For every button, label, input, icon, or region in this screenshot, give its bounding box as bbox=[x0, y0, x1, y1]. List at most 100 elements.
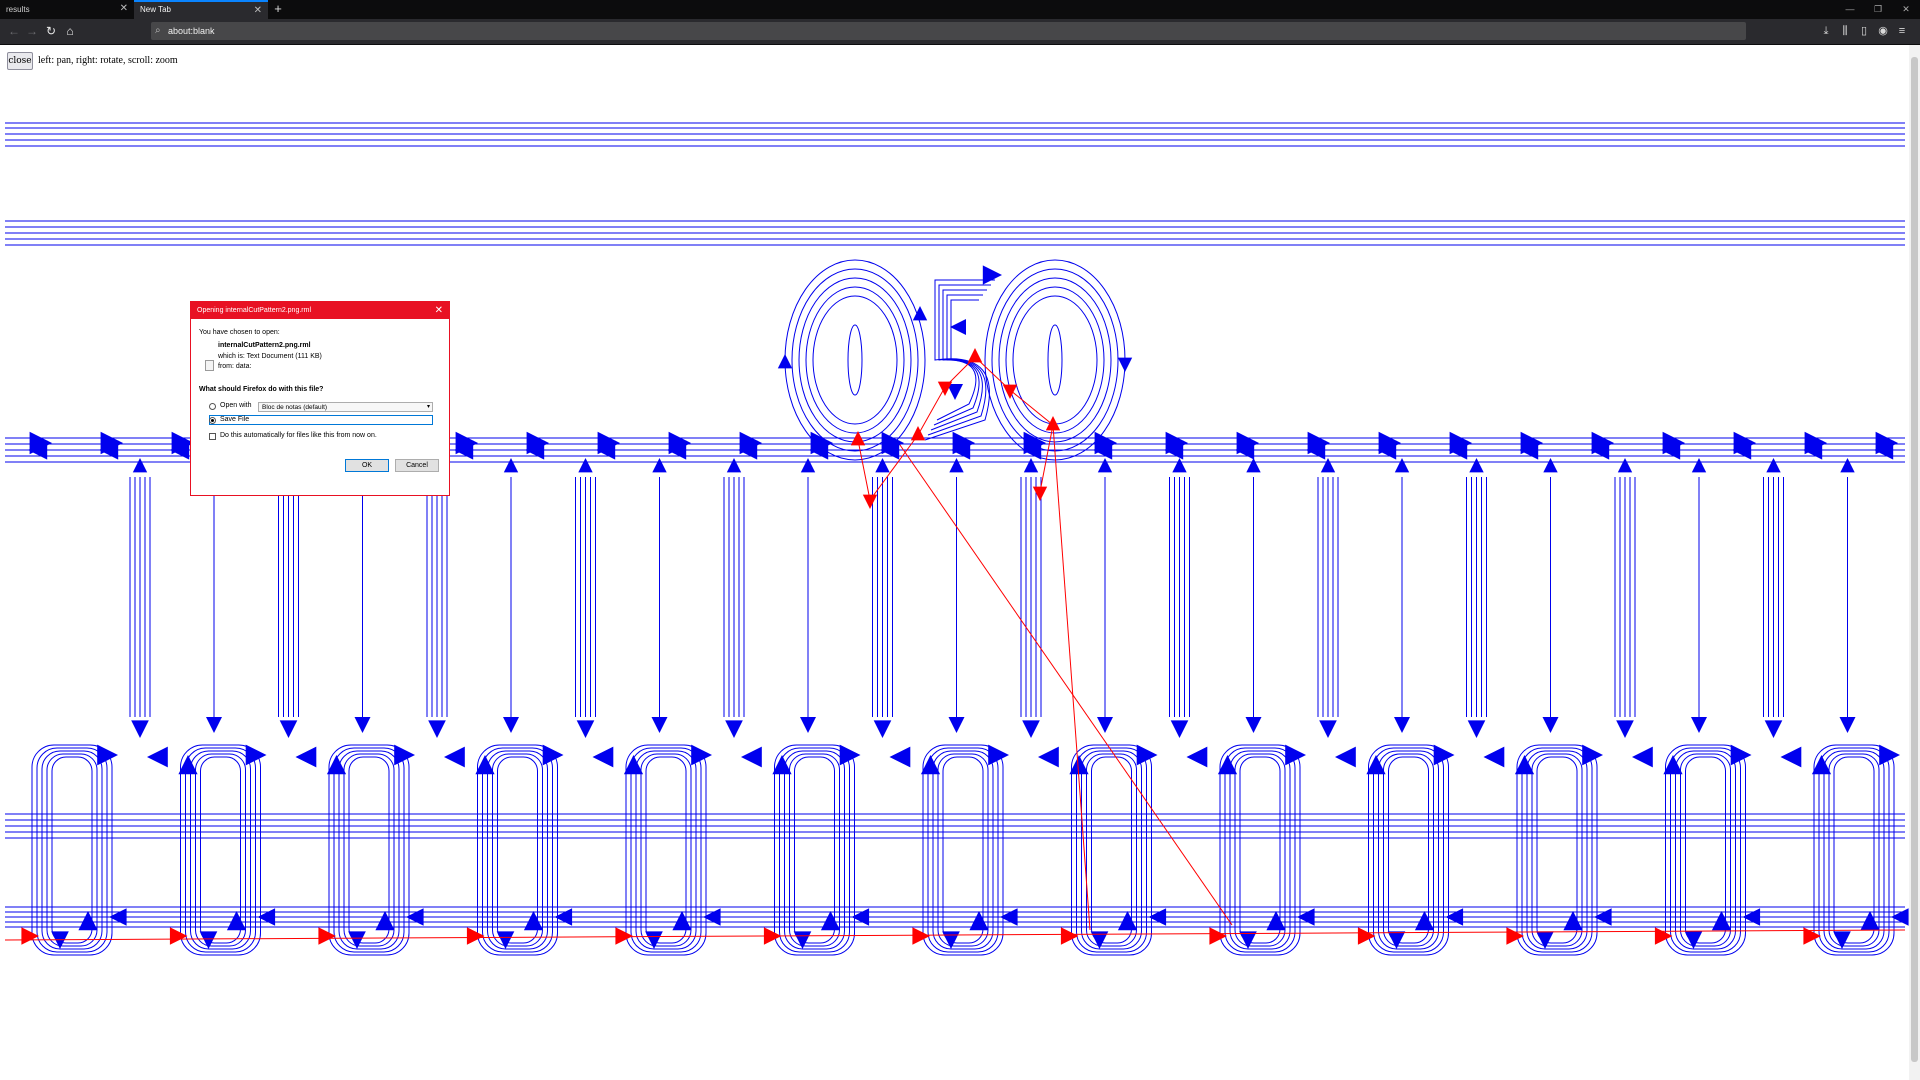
u-loop-3-0 bbox=[477, 744, 558, 956]
open-with-radio[interactable] bbox=[209, 403, 216, 410]
ok-button[interactable]: OK bbox=[345, 459, 389, 472]
download-icon[interactable]: ⤓ bbox=[1819, 24, 1833, 38]
down-arrow-b-9 bbox=[1542, 717, 1559, 733]
zero-left-ring-2 bbox=[798, 277, 912, 443]
controls-hint: left: pan, right: rotate, scroll: zoom bbox=[38, 55, 178, 66]
dialog-titlebar: Opening internalCutPattern2.png.rml ✕ bbox=[191, 302, 449, 319]
document-icon bbox=[205, 360, 214, 371]
dialog-title: Opening internalCutPattern2.png.rml bbox=[197, 307, 312, 314]
bottom-arrow-6 bbox=[969, 911, 989, 931]
down-arrow-2 bbox=[428, 720, 446, 738]
bottom-arrow-10 bbox=[1563, 911, 1583, 931]
window-controls: — ❐ ✕ bbox=[1836, 0, 1920, 19]
down-arrow-b-3 bbox=[651, 717, 668, 733]
cut-marker-6 bbox=[912, 927, 930, 945]
emblem-cut-arrow-7 bbox=[1032, 486, 1048, 501]
cut-marker-11 bbox=[1654, 927, 1673, 945]
home-icon[interactable]: ⌂ bbox=[62, 23, 78, 39]
file-type: which is: Text Document (111 KB) bbox=[218, 353, 322, 360]
close-icon[interactable]: ✕ bbox=[254, 5, 262, 16]
open-with-app: Bloc de notas (default) bbox=[262, 404, 328, 411]
down-arrow-0 bbox=[131, 720, 149, 738]
down-arrow-8 bbox=[1319, 720, 1337, 738]
up-arrow-11 bbox=[1766, 458, 1781, 473]
up-arrow-9 bbox=[1469, 458, 1484, 473]
open-file-dialog: Opening internalCutPattern2.png.rml ✕ Yo… bbox=[190, 301, 450, 496]
maximize-button[interactable]: ❐ bbox=[1864, 0, 1892, 19]
down-arrow-11 bbox=[1764, 720, 1783, 738]
library-icon[interactable]: ⫼ bbox=[1838, 24, 1852, 38]
cut-marker-4 bbox=[615, 927, 633, 945]
save-file-radio[interactable] bbox=[209, 417, 216, 424]
close-button[interactable]: close bbox=[7, 52, 33, 70]
zero-right-ring-3 bbox=[1005, 286, 1105, 434]
u-loop-5-0 bbox=[774, 744, 855, 956]
up-arrow-b-4 bbox=[800, 458, 816, 473]
up-arrow-b-7 bbox=[1246, 458, 1261, 473]
emblem-cut-arrow-2 bbox=[910, 426, 926, 441]
cluster-10-b bbox=[1632, 746, 1653, 768]
emblem-arrow-r bbox=[1117, 357, 1133, 372]
sidebar-icon[interactable]: ▯ bbox=[1857, 24, 1871, 38]
cluster-3-b bbox=[592, 746, 614, 768]
bottom-arrow-5 bbox=[820, 911, 841, 931]
emblem-cut-arrow-4 bbox=[967, 348, 983, 363]
up-arrow-7 bbox=[1172, 458, 1187, 473]
reload-icon[interactable]: ↻ bbox=[43, 23, 59, 39]
zero-left-ring-4 bbox=[812, 295, 898, 425]
cluster-7-b bbox=[1186, 746, 1208, 768]
u-loop-10-2 bbox=[1526, 750, 1588, 950]
u-loop-7-0 bbox=[1071, 744, 1152, 956]
account-icon[interactable]: ◉ bbox=[1876, 24, 1890, 38]
up-arrow-b-2 bbox=[503, 458, 519, 473]
down-arrow-b-8 bbox=[1394, 717, 1410, 733]
chosen-text: You have chosen to open: bbox=[199, 329, 280, 336]
back-icon[interactable]: ← bbox=[6, 23, 22, 39]
url-bar[interactable]: ⌕ about:blank bbox=[151, 22, 1746, 40]
toolpath-canvas[interactable] bbox=[0, 45, 1909, 1080]
up-arrow-6 bbox=[1023, 458, 1039, 473]
u-loop-12-0 bbox=[1813, 744, 1895, 956]
bottom-arrow-11 bbox=[1711, 911, 1732, 931]
u-loop-2-0 bbox=[328, 744, 410, 956]
u-loop-5-2 bbox=[784, 750, 845, 950]
u-loop-8-2 bbox=[1229, 750, 1291, 950]
cancel-button[interactable]: Cancel bbox=[395, 459, 439, 472]
up-arrow-b-9 bbox=[1543, 458, 1558, 473]
cut-marker-3 bbox=[466, 927, 485, 945]
down-arrow-b-1 bbox=[354, 717, 371, 733]
vertical-scrollbar[interactable] bbox=[1909, 45, 1920, 1080]
u-loop-6-0 bbox=[922, 744, 1004, 956]
down-arrow-9 bbox=[1467, 720, 1486, 738]
close-icon[interactable]: ✕ bbox=[435, 302, 443, 319]
bottom-arrow-12 bbox=[1860, 911, 1880, 931]
forward-icon[interactable]: → bbox=[24, 23, 40, 39]
new-tab-button[interactable]: + bbox=[268, 0, 288, 19]
u-loop-4-2 bbox=[635, 750, 697, 950]
up-arrow-b-5 bbox=[949, 458, 964, 473]
cluster-2-b bbox=[444, 746, 465, 768]
scroll-thumb[interactable] bbox=[1911, 57, 1918, 1062]
minimize-button[interactable]: — bbox=[1836, 0, 1864, 19]
window-close-button[interactable]: ✕ bbox=[1892, 0, 1920, 19]
tab-new-tab[interactable]: New Tab ✕ bbox=[134, 0, 268, 19]
cluster-5-b bbox=[889, 746, 911, 768]
tab-label: results bbox=[6, 5, 30, 14]
cluster-0-b bbox=[147, 746, 168, 768]
u-loop-8-0 bbox=[1219, 744, 1301, 956]
up-arrow-b-11 bbox=[1840, 458, 1855, 473]
open-with-select[interactable]: Bloc de notas (default) ▾ bbox=[258, 402, 433, 412]
up-arrow-0 bbox=[132, 458, 148, 473]
auto-checkbox[interactable] bbox=[209, 433, 216, 440]
search-icon: ⌕ bbox=[155, 25, 161, 36]
close-icon[interactable]: ✕ bbox=[120, 3, 128, 14]
zero-right-ring-2 bbox=[998, 277, 1112, 443]
file-source: from: data: bbox=[218, 363, 252, 370]
down-arrow-4 bbox=[725, 720, 743, 738]
chevron-down-icon: ▾ bbox=[426, 404, 430, 410]
up-arrow-4 bbox=[726, 458, 742, 473]
up-arrow-b-3 bbox=[652, 458, 667, 473]
menu-icon[interactable]: ≡ bbox=[1895, 24, 1909, 38]
tab-results[interactable]: results ✕ bbox=[0, 0, 134, 19]
cut-marker-10 bbox=[1506, 927, 1524, 945]
